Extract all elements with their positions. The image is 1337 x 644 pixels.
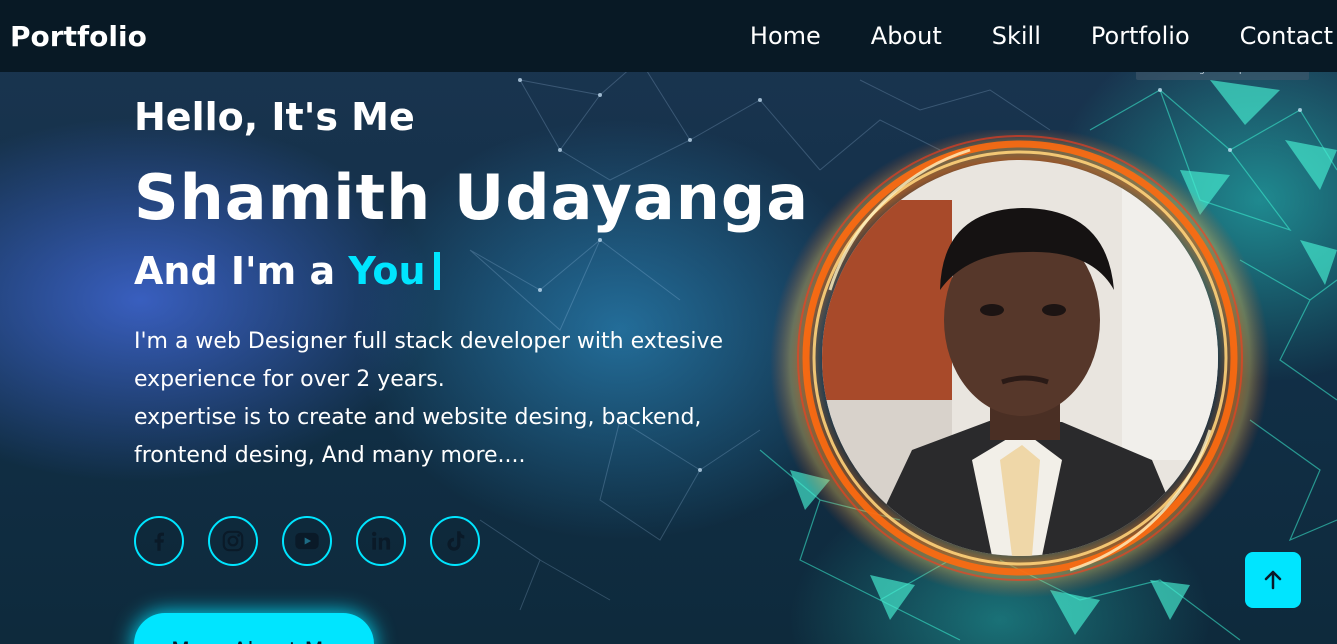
instagram-icon xyxy=(222,530,244,552)
description-line: I'm a web Designer full stack developer … xyxy=(134,329,724,392)
profile-photo-illustration xyxy=(822,160,1218,556)
profile-photo xyxy=(822,160,1218,556)
typing-cursor xyxy=(433,252,440,290)
nav-links: Home About Skill Portfolio Contact xyxy=(750,22,1333,50)
navbar: Portfolio Home About Skill Portfolio Con… xyxy=(0,0,1337,72)
description-line: expertise is to create and website desin… xyxy=(134,405,702,468)
hero-content: Hello, It's Me Shamith Udayanga And I'm … xyxy=(134,92,809,566)
nav-link-contact[interactable]: Contact xyxy=(1240,22,1333,50)
more-about-me-button[interactable]: More About Me xyxy=(134,613,374,644)
facebook-icon xyxy=(154,532,164,551)
role-typed-word: You xyxy=(348,249,426,293)
linkedin-link[interactable] xyxy=(356,516,406,566)
profile-image-frame xyxy=(770,130,1270,600)
social-links xyxy=(134,516,809,566)
nav-link-about[interactable]: About xyxy=(871,22,942,50)
role-prefix: And I'm a xyxy=(134,249,349,293)
youtube-icon xyxy=(295,532,319,550)
youtube-link[interactable] xyxy=(282,516,332,566)
arrow-up-icon xyxy=(1264,570,1282,590)
facebook-link[interactable] xyxy=(134,516,184,566)
site-logo[interactable]: Portfolio xyxy=(10,20,147,53)
hero-role: And I'm a You xyxy=(134,246,809,296)
instagram-link[interactable] xyxy=(208,516,258,566)
tiktok-link[interactable] xyxy=(430,516,480,566)
nav-link-portfolio[interactable]: Portfolio xyxy=(1091,22,1190,50)
hero-greeting: Hello, It's Me xyxy=(134,95,415,139)
hero-description: I'm a web Designer full stack developer … xyxy=(134,323,794,475)
linkedin-icon xyxy=(372,531,391,550)
scroll-to-top-button[interactable] xyxy=(1245,552,1301,608)
nav-link-home[interactable]: Home xyxy=(750,22,821,50)
tiktok-icon xyxy=(447,531,465,551)
nav-link-skill[interactable]: Skill xyxy=(992,22,1041,50)
hero-name: Shamith Udayanga xyxy=(134,161,810,234)
page: Portfolio Home About Skill Portfolio Con… xyxy=(0,0,1337,644)
